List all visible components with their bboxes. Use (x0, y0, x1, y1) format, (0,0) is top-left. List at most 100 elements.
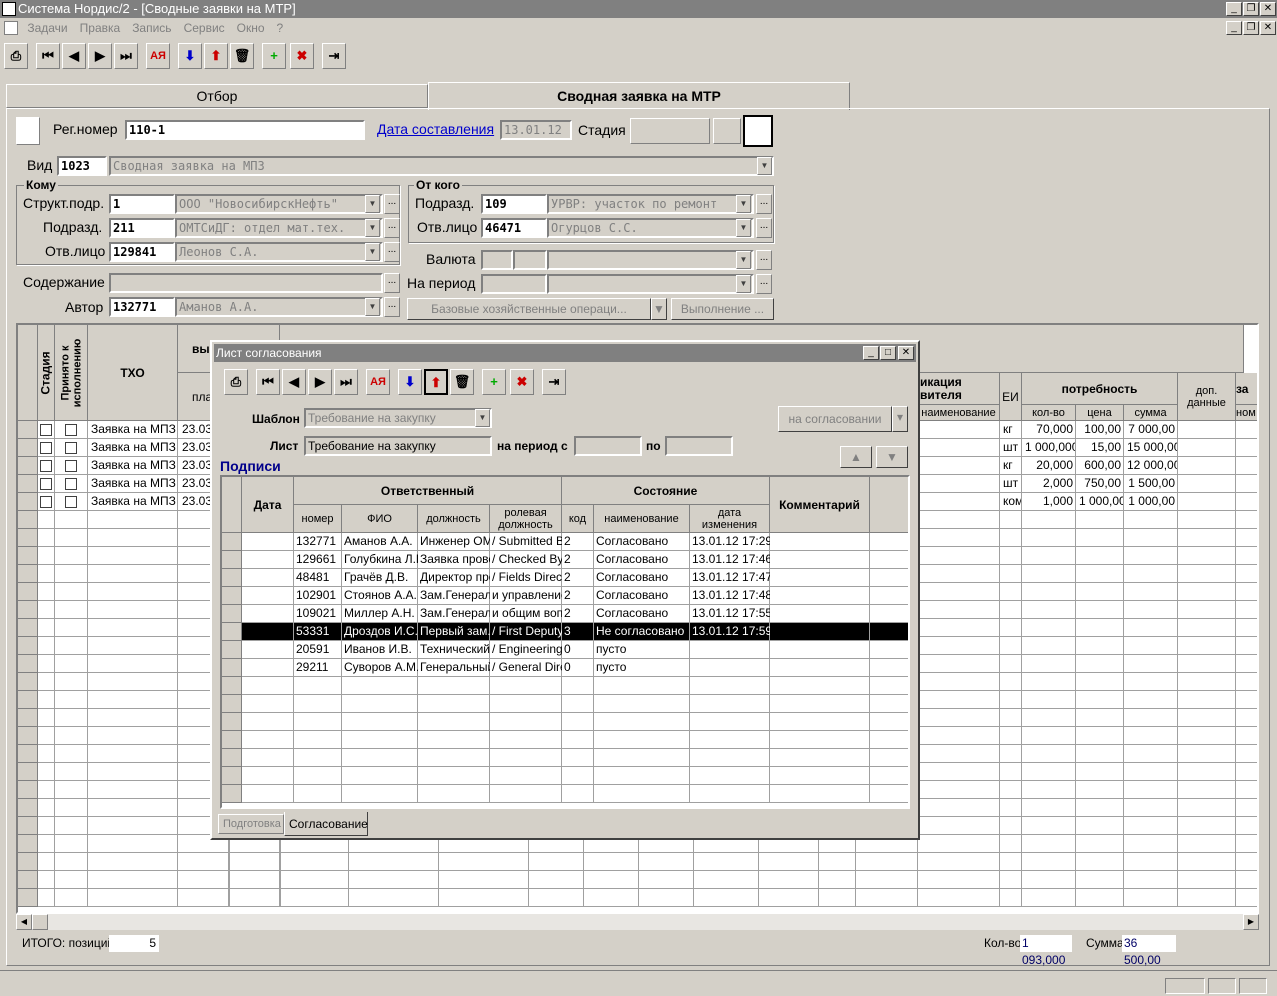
grid-cell[interactable] (1178, 547, 1236, 565)
grid-cell[interactable] (1124, 511, 1178, 529)
grid-cell[interactable] (1236, 727, 1257, 745)
grid-cell[interactable] (562, 785, 594, 803)
stage-checkbox[interactable] (40, 424, 52, 436)
author-name-field[interactable]: Аманов А.А. (175, 297, 383, 317)
txo-cell[interactable]: Заявка на МПЗ (89, 493, 177, 511)
grid-cell[interactable] (1022, 817, 1076, 835)
sig-pos-cell[interactable]: Инженер ОМ (418, 533, 490, 551)
add-record-icon[interactable]: + (262, 43, 286, 69)
period-to-field[interactable] (665, 436, 733, 456)
print-icon[interactable]: ⎙ (4, 43, 28, 69)
grid-cell[interactable] (1178, 565, 1236, 583)
grid-cell[interactable] (1000, 799, 1022, 817)
from-podr-name-field[interactable]: УРВР: участок по ремонт (547, 194, 754, 214)
ei-cell[interactable]: кг (1001, 457, 1021, 475)
col-header-dop[interactable]: доп. данные (1178, 373, 1236, 421)
grid-cell[interactable] (1076, 781, 1124, 799)
grid-cell[interactable] (1178, 709, 1236, 727)
price-cell[interactable]: 15,00 (1077, 439, 1123, 457)
grid-cell[interactable] (918, 799, 1000, 817)
col-header-sum[interactable]: сумма (1124, 405, 1178, 421)
grid-cell[interactable] (770, 749, 870, 767)
sig-state-cell[interactable]: Согласовано (594, 533, 690, 551)
grid-cell[interactable] (870, 569, 908, 587)
grid-cell[interactable] (1022, 601, 1076, 619)
vid-name-field[interactable]: Сводная заявка на МПЗ (109, 156, 774, 176)
grid-cell[interactable] (1124, 583, 1178, 601)
grid-cell[interactable] (770, 677, 870, 695)
grid-cell[interactable] (1076, 709, 1124, 727)
grid-cell[interactable] (1236, 889, 1257, 907)
grid-cell[interactable] (770, 587, 870, 605)
grid-cell[interactable] (1022, 691, 1076, 709)
sig-role-cell[interactable]: / Submitted B (490, 533, 562, 551)
sig-code-cell[interactable]: 2 (562, 569, 594, 587)
sig-state-cell[interactable]: Не согласовано (594, 623, 690, 641)
grid-cell[interactable] (38, 547, 55, 565)
grid-cell[interactable] (294, 695, 342, 713)
grid-cell[interactable] (88, 601, 178, 619)
row-header[interactable] (18, 835, 38, 853)
grid-cell[interactable] (562, 749, 594, 767)
grid-cell[interactable] (1236, 691, 1257, 709)
grid-cell[interactable] (280, 889, 918, 907)
col-header-role[interactable]: ролевая должность (490, 505, 562, 533)
sig-changed-cell[interactable]: 13.01.12 17:48 (690, 587, 770, 605)
date-field[interactable]: 13.01.12 (500, 120, 572, 140)
price-cell[interactable]: 1 000,00 (1077, 493, 1123, 511)
sig-state-cell[interactable]: Согласовано (594, 551, 690, 569)
grid-cell[interactable] (1076, 835, 1124, 853)
col-header-nom[interactable]: ном (1236, 405, 1257, 421)
grid-cell[interactable] (88, 655, 178, 673)
grid-cell[interactable] (1000, 601, 1022, 619)
signature-row[interactable]: 53331 Дроздов И.С. Первый зам. / First Depu… (222, 623, 908, 641)
sig-fio-cell[interactable]: Дроздов И.С. (342, 623, 418, 641)
grid-cell[interactable] (1076, 691, 1124, 709)
grid-cell[interactable] (490, 785, 562, 803)
grid-cell[interactable] (88, 727, 178, 745)
col-header-pos[interactable]: должность (418, 505, 490, 533)
grid-cell[interactable] (88, 871, 178, 889)
grid-cell[interactable] (1178, 421, 1236, 439)
scroll-right-icon[interactable]: ▶ (1243, 914, 1259, 930)
grid-cell[interactable] (55, 619, 88, 637)
grid-cell[interactable] (342, 749, 418, 767)
grid-cell[interactable] (1236, 655, 1257, 673)
grid-cell[interactable] (918, 835, 1000, 853)
grid-cell[interactable] (1178, 691, 1236, 709)
grid-cell[interactable] (242, 659, 294, 677)
from-podr-code-field[interactable]: 109 (481, 194, 547, 214)
grid-cell[interactable] (490, 677, 562, 695)
dlg-add-icon[interactable]: + (482, 369, 506, 395)
grid-cell[interactable] (594, 731, 690, 749)
grid-cell[interactable] (55, 817, 88, 835)
save-db-icon[interactable]: ⬆ (204, 43, 228, 69)
grid-cell[interactable] (1022, 763, 1076, 781)
grid-cell[interactable] (1022, 637, 1076, 655)
sort-icon[interactable]: АЯ (146, 43, 170, 69)
grid-cell[interactable] (870, 641, 908, 659)
grid-cell[interactable] (418, 785, 490, 803)
sig-num-cell[interactable]: 53331 (294, 623, 342, 641)
qty-cell[interactable]: 70,000 (1023, 421, 1075, 439)
signature-row[interactable]: 20591 Иванов И.В. Технический / Engineering… (222, 641, 908, 659)
row-header[interactable] (222, 659, 242, 677)
grid-cell[interactable] (1076, 565, 1124, 583)
accepted-checkbox[interactable] (65, 460, 77, 472)
sig-code-cell[interactable]: 3 (562, 623, 594, 641)
grid-cell[interactable] (1178, 727, 1236, 745)
trash-icon[interactable]: 🗑 (230, 43, 254, 69)
signature-row[interactable] (222, 695, 908, 713)
grid-cell[interactable] (918, 637, 1000, 655)
grid-cell[interactable] (88, 781, 178, 799)
grid-cell[interactable] (1124, 691, 1178, 709)
row-header[interactable] (18, 853, 38, 871)
dlg-sort-icon[interactable]: АЯ (366, 369, 390, 395)
sig-num-cell[interactable]: 20591 (294, 641, 342, 659)
sig-num-cell[interactable]: 48481 (294, 569, 342, 587)
grid-cell[interactable] (1000, 565, 1022, 583)
grid-cell[interactable] (1236, 439, 1257, 457)
grid-cell[interactable] (562, 731, 594, 749)
sig-code-cell[interactable]: 2 (562, 605, 594, 623)
grid-cell[interactable] (1022, 781, 1076, 799)
